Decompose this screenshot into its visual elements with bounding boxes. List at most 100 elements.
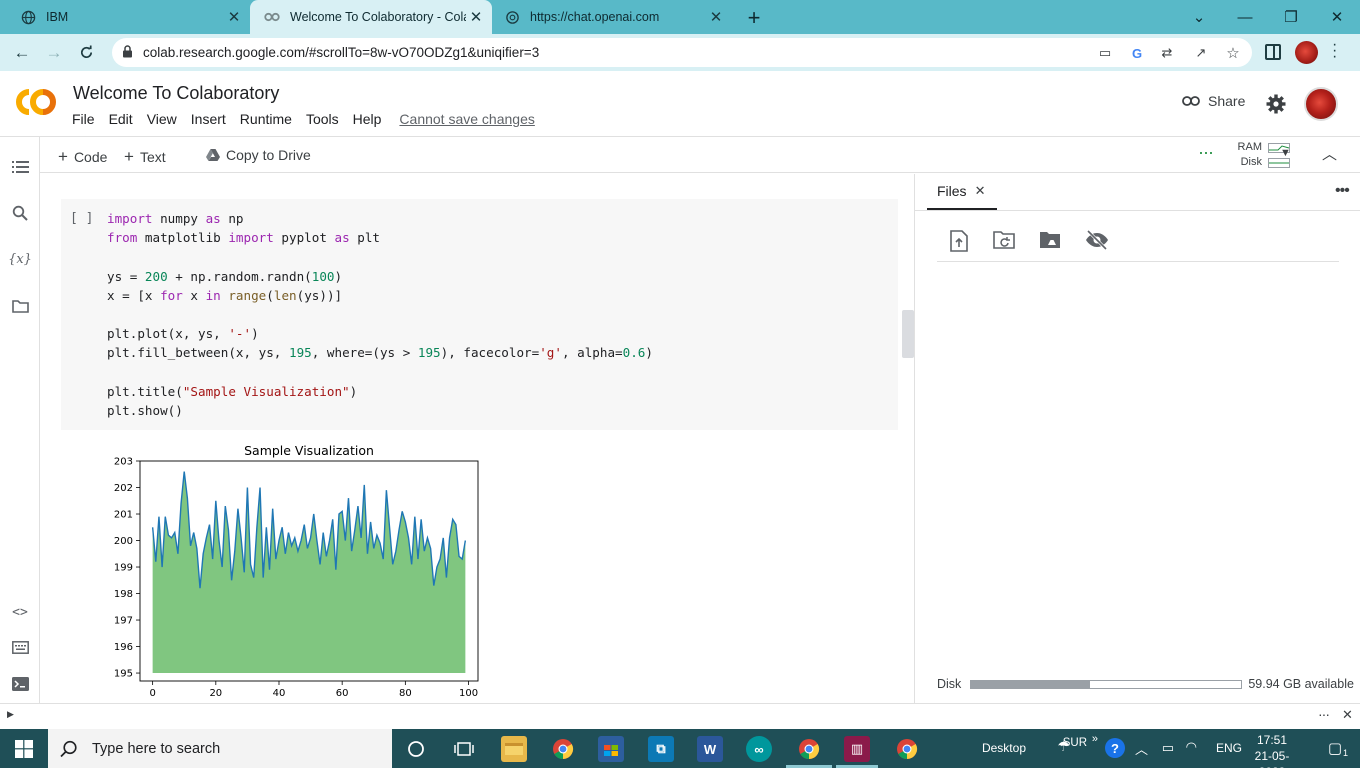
cannot-save-link[interactable]: Cannot save changes — [399, 111, 534, 127]
connection-status-icon[interactable]: ··· — [1198, 143, 1214, 161]
language-label[interactable]: ENG — [1216, 741, 1242, 755]
minimize-button[interactable]: — — [1222, 0, 1268, 34]
cast-icon[interactable]: ▭ — [1096, 44, 1114, 62]
run-cell-button[interactable]: [ ] — [70, 211, 93, 226]
menu-edit[interactable]: Edit — [109, 111, 133, 127]
terminal-icon[interactable] — [10, 674, 30, 694]
wifi-icon[interactable]: ◠ — [1186, 739, 1197, 755]
files-tab[interactable]: Files ✕ — [927, 174, 997, 210]
files-panel: Files ✕ ••• Disk 59.94 GB available — [914, 174, 1360, 703]
cell-output-chart: Sample Visualization 0 20 40 60 80 100 195 196 19… — [100, 438, 490, 703]
close-icon[interactable]: ✕ — [466, 8, 486, 26]
sample-visualization-chart: Sample Visualization 0 20 40 60 80 100 195 196 19… — [114, 443, 479, 699]
windows-start-icon[interactable] — [15, 740, 33, 763]
overflow-chevron-icon[interactable]: » — [1092, 733, 1098, 745]
clock[interactable]: 17:51 21-05-2023 — [1242, 732, 1302, 780]
profile-avatar[interactable] — [1295, 41, 1318, 64]
more-options-icon[interactable]: ••• — [1335, 182, 1350, 200]
cortana-icon[interactable] — [403, 736, 429, 762]
close-icon[interactable]: ✕ — [1342, 707, 1353, 723]
close-icon[interactable]: ✕ — [706, 8, 726, 26]
notebook-title[interactable]: Welcome To Colaboratory — [73, 83, 279, 104]
code-cell[interactable]: [ ] import numpy as np from matplotlib im… — [61, 199, 898, 430]
arduino-icon[interactable]: ∞ — [746, 736, 772, 762]
command-palette-icon[interactable] — [10, 637, 30, 657]
folder-icon[interactable] — [10, 296, 30, 316]
tab-colab[interactable]: Welcome To Colaboratory - Colab ✕ — [250, 0, 492, 34]
chrome-active-icon[interactable] — [796, 736, 822, 762]
winrar-icon[interactable]: ▥ — [844, 736, 870, 762]
table-of-contents-icon[interactable] — [10, 157, 30, 177]
expand-status-icon[interactable]: ▶ — [7, 709, 14, 720]
task-view-icon[interactable] — [451, 736, 477, 762]
chrome-profile-icon[interactable] — [894, 736, 920, 762]
mount-drive-icon[interactable] — [1039, 230, 1063, 252]
menu-tools[interactable]: Tools — [306, 111, 339, 127]
add-text-button[interactable]: + Text — [124, 147, 166, 167]
reload-button[interactable] — [70, 34, 102, 71]
code-snippets-icon[interactable]: <> — [10, 602, 30, 622]
copy-to-drive-button[interactable]: Copy to Drive — [206, 147, 311, 163]
notebook-scrollbar[interactable] — [902, 310, 914, 358]
tab-search-icon[interactable]: ⌄ — [1176, 0, 1222, 34]
forward-button[interactable]: → — [38, 34, 70, 71]
browser-menu-icon[interactable]: · · · — [1332, 37, 1337, 65]
battery-icon[interactable]: ▭ — [1162, 740, 1174, 756]
collapse-header-icon[interactable]: ︿ — [1322, 143, 1337, 164]
share-page-icon[interactable]: ↗ — [1192, 44, 1210, 62]
search-icon[interactable] — [10, 203, 30, 223]
close-window-button[interactable]: ✕ — [1314, 0, 1360, 34]
tab-openai[interactable]: https://chat.openai.com ✕ — [492, 0, 732, 34]
file-explorer-icon[interactable] — [501, 736, 527, 762]
new-tab-button[interactable]: + — [742, 5, 766, 30]
search-icon — [60, 740, 77, 757]
menu-runtime[interactable]: Runtime — [240, 111, 292, 127]
menu-view[interactable]: View — [147, 111, 177, 127]
close-icon[interactable]: ✕ — [975, 183, 986, 199]
menu-insert[interactable]: Insert — [191, 111, 226, 127]
chrome-icon[interactable] — [550, 736, 576, 762]
share-button[interactable]: Share — [1182, 93, 1245, 109]
notification-icon[interactable]: ▢ — [1328, 739, 1342, 757]
disk-usage-fill — [971, 680, 1091, 688]
remote-desktop-icon[interactable]: ⧉ — [648, 736, 674, 762]
microsoft-store-icon[interactable] — [598, 736, 624, 762]
help-icon[interactable]: ? — [1105, 738, 1125, 758]
side-panel-icon[interactable] — [1265, 44, 1281, 60]
refresh-folder-icon[interactable] — [993, 230, 1017, 252]
code-line: x = [x for x in range(len(ys))] — [107, 287, 343, 303]
google-icon[interactable]: G — [1128, 44, 1146, 62]
upload-file-icon[interactable] — [949, 230, 973, 252]
bookmark-star-icon[interactable]: ☆ — [1224, 44, 1242, 62]
link-icon — [1182, 96, 1200, 106]
translate-icon[interactable]: ⇄ — [1158, 44, 1176, 62]
desktop-toolbar-label[interactable]: Desktop — [982, 741, 1026, 755]
plus-icon: + — [58, 147, 68, 166]
word-icon[interactable]: W — [697, 736, 723, 762]
add-code-label: Code — [73, 149, 108, 165]
hide-files-icon[interactable] — [1085, 229, 1109, 252]
close-icon[interactable]: ✕ — [224, 8, 244, 26]
restore-button[interactable]: ❐ — [1268, 0, 1314, 34]
variables-icon[interactable]: {x} — [8, 249, 32, 269]
menu-file[interactable]: File — [72, 111, 95, 127]
back-button[interactable]: ← — [6, 34, 38, 71]
code-line: plt.show() — [107, 402, 183, 418]
menu-bar: File Edit View Insert Runtime Tools Help… — [72, 111, 549, 127]
address-bar[interactable]: colab.research.google.com/#scrollTo=8w-v… — [112, 38, 1252, 67]
status-more-icon[interactable]: ··· — [1318, 706, 1330, 722]
menu-help[interactable]: Help — [353, 111, 382, 127]
code-editor[interactable]: import numpy as np from matplotlib import… — [107, 209, 653, 420]
show-hidden-icons-icon[interactable]: ︿ — [1135, 739, 1148, 758]
y-tick-label: 196 — [114, 642, 133, 653]
account-avatar[interactable] — [1304, 87, 1338, 121]
gear-icon[interactable] — [1266, 94, 1286, 114]
tab-ibm[interactable]: IBM ✕ — [0, 0, 250, 34]
y-tick-label: 197 — [114, 616, 133, 627]
y-tick-label: 199 — [114, 563, 133, 574]
code-line: plt.title("Sample Visualization") — [107, 383, 358, 399]
taskbar-search-box[interactable]: Type here to search — [48, 729, 392, 768]
runtime-dropdown-icon[interactable]: ▼ — [1280, 147, 1291, 159]
add-code-button[interactable]: + Code — [58, 147, 107, 167]
colab-header: Welcome To Colaboratory File Edit View I… — [0, 71, 1360, 137]
